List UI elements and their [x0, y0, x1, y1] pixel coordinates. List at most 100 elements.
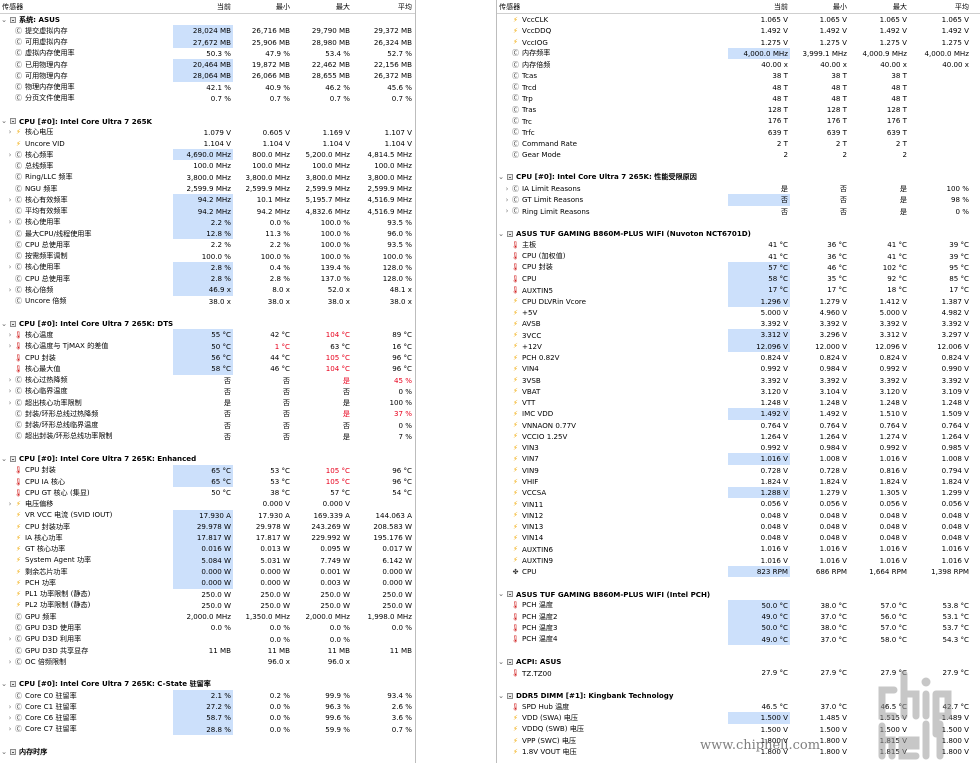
left-sensor-pane[interactable]: 传感器 当前 最小 最大 平均 ⌄ 系统: ASUS Ⓒ 提交虚拟内存 28,024 M… — [0, 0, 416, 763]
sensor-row[interactable]: Ⓒ Trfc 639 T 639 T 639 T — [497, 127, 980, 138]
sensor-row[interactable]: Ⓒ 按需频率调制 100.0 % 100.0 % 100.0 % 100.0 % — [0, 251, 415, 262]
expand-chevron-icon[interactable]: › — [6, 500, 14, 508]
sensor-row[interactable]: Ⓒ 封装/环形总线临界温度 否 否 否 0 % — [0, 420, 415, 431]
sensor-row[interactable]: ⚡ IMC VDD 1.492 V 1.492 V 1.510 V 1.509 V — [497, 408, 980, 420]
sensor-row[interactable]: Ⓒ Uncore 倍频 38.0 x 38.0 x 38.0 x 38.0 x — [0, 296, 415, 307]
sensor-row[interactable]: Ⓒ 已用物理内存 20,464 MB 19,872 MB 22,462 MB 22,156… — [0, 59, 415, 71]
sensor-row[interactable]: Ⓒ 内存频率 4,000.0 MHz 3,999.1 MHz 4,000.9 MHz 4,… — [497, 47, 980, 60]
sensor-row[interactable]: ⚡ VCCIO 1.25V 1.264 V 1.264 V 1.274 V 1.264 V — [497, 431, 980, 442]
sensor-group-header[interactable]: ⌄ 系统: ASUS — [0, 14, 415, 25]
sensor-row[interactable]: ⚡ AVSB 3.392 V 3.392 V 3.392 V 3.392 V — [497, 318, 980, 329]
sensor-row[interactable]: Ⓒ 提交虚拟内存 28,024 MB 26,716 MB 29,790 MB 29,372… — [0, 25, 415, 37]
sensor-row[interactable]: Ⓒ 总线频率 100.0 MHz 100.0 MHz 100.0 MHz 100.0 MH… — [0, 160, 415, 171]
sensor-row[interactable]: ⚡ 剩余芯片功率 0.000 W 0.000 W 0.001 W 0.000 W — [0, 566, 415, 578]
collapse-icon[interactable]: ⌄ — [497, 658, 505, 666]
sensor-row[interactable]: 🌡 主板 41 °C 36 °C 41 °C 39 °C — [497, 239, 980, 250]
sensor-row[interactable]: ⚡ VTT 1.248 V 1.248 V 1.248 V 1.248 V — [497, 397, 980, 408]
sensor-row[interactable]: ⚡ VIN11 0.056 V 0.056 V 0.056 V 0.056 V — [497, 498, 980, 509]
expand-chevron-icon[interactable]: › — [6, 399, 14, 407]
expand-chevron-icon[interactable]: › — [6, 286, 14, 294]
sensor-row[interactable]: Ⓒ GPU 频率 2,000.0 MHz 1,350.0 MHz 2,000.0 MHz… — [0, 611, 415, 622]
sensor-row[interactable]: ⚡ CPU 封装功率 29.978 W 29.978 W 243.269 W 208.58… — [0, 520, 415, 533]
sensor-row[interactable]: › Ⓒ 核心倍频 46.9 x 8.0 x 52.0 x 48.1 x — [0, 284, 415, 296]
sensor-row[interactable]: 🌡 PCH 温度4 49.0 °C 37.0 °C 58.0 °C 54.3 °C — [497, 633, 980, 645]
sensor-row[interactable]: Ⓒ Trc 176 T 176 T 176 T — [497, 115, 980, 126]
sensor-row[interactable]: ⚡ VIN3 0.992 V 0.984 V 0.992 V 0.985 V — [497, 442, 980, 453]
collapse-icon[interactable]: ⌄ — [497, 173, 505, 181]
header-avg[interactable]: 平均 — [352, 0, 414, 13]
sensor-row[interactable]: ⚡ VccCLK 1.065 V 1.065 V 1.065 V 1.065 V — [497, 14, 980, 25]
collapse-icon[interactable]: ⌄ — [497, 692, 505, 700]
sensor-row[interactable]: ⚡ PL1 功率限制 (静态) 250.0 W 250.0 W 250.0 W 250.0… — [0, 589, 415, 600]
sensor-row[interactable]: › Ⓒ Core C7 驻留率 28.8 % 0.0 % 59.9 % 0.7 % — [0, 723, 415, 735]
sensor-row[interactable]: ⚡ VIN14 0.048 V 0.048 V 0.048 V 0.048 V — [497, 532, 980, 543]
expand-chevron-icon[interactable]: › — [6, 387, 14, 395]
sensor-row[interactable]: Ⓒ Command Rate 2 T 2 T 2 T — [497, 138, 980, 149]
sensor-row[interactable]: ⚡ CPU DLVRin Vcore 1.296 V 1.279 V 1.412 V 1.… — [497, 295, 980, 307]
sensor-row[interactable]: ⚡ VBAT 3.120 V 3.104 V 3.120 V 3.109 V — [497, 386, 980, 397]
expand-chevron-icon[interactable]: › — [6, 658, 14, 666]
sensor-row[interactable]: ⚡ VIN12 0.048 V 0.048 V 0.048 V 0.048 V — [497, 510, 980, 521]
collapse-icon[interactable]: ⌄ — [0, 455, 8, 463]
sensor-row[interactable]: Ⓒ 可用物理内存 28,064 MB 26,066 MB 28,655 MB 26,372… — [0, 70, 415, 82]
sensor-row[interactable]: Ⓒ 可用虚拟内存 27,672 MB 25,906 MB 28,980 MB 26,324… — [0, 36, 415, 48]
expand-chevron-icon[interactable]: › — [503, 207, 511, 215]
sensor-row[interactable]: ⚡ IA 核心功率 17.817 W 17.817 W 229.992 W 195.176… — [0, 532, 415, 544]
header-current[interactable]: 当前 — [173, 0, 233, 13]
sensor-row[interactable]: › Ⓒ 核心使用率 2.8 % 0.4 % 139.4 % 128.0 % — [0, 261, 415, 274]
sensor-row[interactable]: 🌡 CPU (加权值) 41 °C 36 °C 41 °C 39 °C — [497, 251, 980, 262]
sensor-group-header[interactable]: ⌄ CPU [#0]: Intel Core Ultra 7 265K: DTS — [0, 318, 415, 329]
collapse-icon[interactable]: ⌄ — [0, 748, 8, 756]
sensor-row[interactable]: ⚡ VIN13 0.048 V 0.048 V 0.048 V 0.048 V — [497, 521, 980, 532]
sensor-group-header[interactable]: ⌄ ASUS TUF GAMING B860M-PLUS WIFI (Nuvoto… — [497, 228, 980, 239]
sensor-row[interactable]: ⚡ VIN9 0.728 V 0.728 V 0.816 V 0.794 V — [497, 465, 980, 476]
sensor-row[interactable]: ⚡ GT 核心功率 0.016 W 0.013 W 0.095 W 0.017 W — [0, 543, 415, 555]
collapse-icon[interactable]: ⌄ — [0, 680, 8, 688]
sensor-row[interactable]: 🌡 CPU 封装 56 °C 44 °C 105 °C 96 °C — [0, 351, 415, 364]
header-max[interactable]: 最大 — [849, 0, 909, 13]
sensor-row[interactable]: 🌡 PCH 温度2 49.0 °C 37.0 °C 56.0 °C 53.1 °C — [497, 611, 980, 623]
sensor-row[interactable]: › ⚡ 电压偏移 0.000 V 0.000 V — [0, 498, 415, 509]
sensor-row[interactable]: ⚡ PCH 0.82V 0.824 V 0.824 V 0.824 V 0.824 V — [497, 352, 980, 363]
expand-chevron-icon[interactable]: › — [6, 703, 14, 711]
sensor-row[interactable]: › Ⓒ 核心临界温度 否 否 否 0 % — [0, 386, 415, 397]
sensor-row[interactable]: ⚡ VIN4 0.992 V 0.984 V 0.992 V 0.990 V — [497, 363, 980, 374]
sensor-row[interactable]: › Ⓒ IA Limit Reasons 是 否 是 100 % — [497, 183, 980, 194]
sensor-row[interactable]: 🌡 CPU GT 核心 (集显) 50 °C 38 °C 57 °C 54 °C — [0, 487, 415, 498]
sensor-row[interactable]: ⚡ VIN7 1.016 V 1.008 V 1.016 V 1.008 V — [497, 453, 980, 465]
collapse-icon[interactable]: ⌄ — [0, 16, 8, 24]
header-sensor[interactable]: 传感器 — [497, 2, 728, 12]
sensor-row[interactable]: Ⓒ 物理内存使用率 42.1 % 40.9 % 46.2 % 45.6 % — [0, 82, 415, 93]
sensor-row[interactable]: 🌡 CPU 封装 57 °C 46 °C 102 °C 95 °C — [497, 261, 980, 274]
sensor-group-header[interactable]: ⌄ CPU [#0]: Intel Core Ultra 7 265K: Enha… — [0, 453, 415, 464]
sensor-row[interactable]: ⚡ +5V 5.000 V 4.960 V 5.000 V 4.982 V — [497, 307, 980, 318]
sensor-row[interactable]: Ⓒ 平均有效频率 94.2 MHz 94.2 MHz 4,832.6 MHz 4,516.… — [0, 205, 415, 217]
expand-chevron-icon[interactable]: › — [6, 331, 14, 339]
sensor-row[interactable]: › Ⓒ GT Limit Reasons 否 否 是 98 % — [497, 194, 980, 206]
sensor-row[interactable]: ⚡ +12V 12.096 V 12.000 V 12.096 V 12.006 V — [497, 340, 980, 352]
sensor-row[interactable]: › Ⓒ Core C6 驻留率 58.7 % 0.0 % 99.6 % 3.6 % — [0, 712, 415, 724]
sensor-row[interactable]: Ⓒ CPU 总使用率 2.8 % 2.8 % 137.0 % 128.0 % — [0, 273, 415, 285]
expand-chevron-icon[interactable]: › — [6, 263, 14, 271]
sensor-row[interactable]: › Ⓒ Core C1 驻留率 27.2 % 0.0 % 96.3 % 2.6 % — [0, 701, 415, 713]
sensor-row[interactable]: ⚡ PL2 功率限制 (静态) 250.0 W 250.0 W 250.0 W 250.0… — [0, 600, 415, 611]
sensor-row[interactable]: ⚡ VccDDQ 1.492 V 1.492 V 1.492 V 1.492 V — [497, 25, 980, 36]
sensor-row[interactable]: ⚡ AUXTIN9 1.016 V 1.016 V 1.016 V 1.016 V — [497, 555, 980, 566]
sensor-row[interactable]: Ⓒ GPU D3D 共享显存 11 MB 11 MB 11 MB 11 MB — [0, 645, 415, 656]
sensor-row[interactable]: › Ⓒ 核心有效频率 94.2 MHz 10.1 MHz 5,195.7 MHz 4,516… — [0, 194, 415, 206]
expand-chevron-icon[interactable]: › — [6, 196, 14, 204]
sensor-row[interactable]: Ⓒ 内存倍频 40.00 x 40.00 x 40.00 x 40.00 x — [497, 59, 980, 70]
expand-chevron-icon[interactable]: › — [6, 151, 14, 159]
expand-chevron-icon[interactable]: › — [6, 128, 14, 136]
sensor-row[interactable]: 🌡 CPU 58 °C 35 °C 92 °C 85 °C — [497, 273, 980, 285]
sensor-row[interactable]: Ⓒ 最大CPU/线程使用率 12.8 % 11.3 % 100.0 % 96.0 % — [0, 228, 415, 240]
expand-chevron-icon[interactable]: › — [6, 635, 14, 643]
expand-chevron-icon[interactable]: › — [6, 342, 14, 350]
sensor-row[interactable]: Ⓒ 分页文件使用率 0.7 % 0.7 % 0.7 % 0.7 % — [0, 93, 415, 104]
sensor-row[interactable]: ⚡ VCCSA 1.288 V 1.279 V 1.305 V 1.299 V — [497, 487, 980, 499]
sensor-row[interactable]: Ⓒ Core C0 驻留率 2.1 % 0.2 % 99.9 % 93.4 % — [0, 689, 415, 702]
sensor-row[interactable]: ⚡ 3VSB 3.392 V 3.392 V 3.392 V 3.392 V — [497, 375, 980, 386]
sensor-row[interactable]: Ⓒ Tras 128 T 128 T 128 T — [497, 104, 980, 115]
sensor-row[interactable]: ⚡ VHIF 1.824 V 1.824 V 1.824 V 1.824 V — [497, 476, 980, 487]
sensor-group-header[interactable]: ⌄ CPU [#0]: Intel Core Ultra 7 265K — [0, 115, 415, 126]
